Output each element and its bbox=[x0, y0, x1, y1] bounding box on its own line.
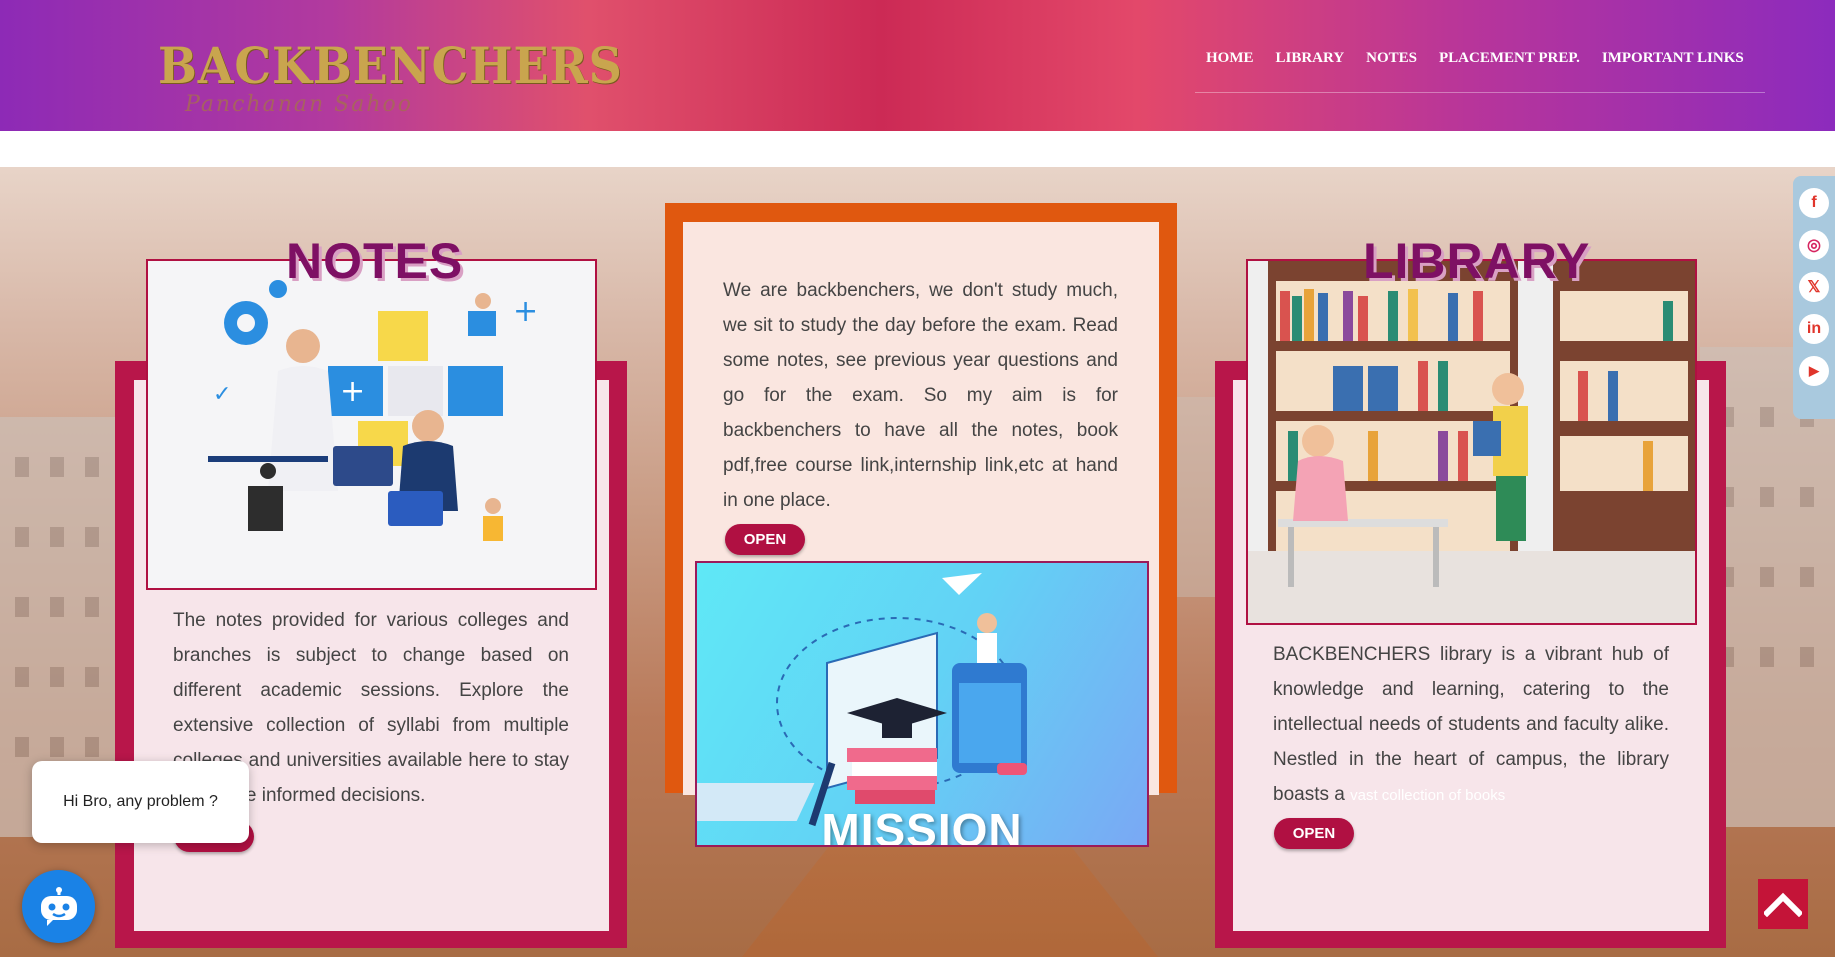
mission-open-button[interactable]: OPEN bbox=[725, 524, 805, 555]
mission-description: We are backbenchers, we don't study much… bbox=[723, 280, 1118, 511]
logo-signature: Panchanan Sahoo bbox=[185, 92, 413, 117]
library-title: LIBRARY bbox=[1363, 233, 1591, 289]
mission-image: MISSION bbox=[695, 561, 1149, 847]
svg-text:+: + bbox=[340, 374, 365, 409]
library-text: BACKBENCHERS library is a vibrant hub of… bbox=[1273, 644, 1669, 805]
nav-library[interactable]: LIBRARY bbox=[1276, 50, 1345, 92]
svg-text:+: + bbox=[513, 294, 538, 329]
social-sidebar: f ◎ 𝕏 in ▶ bbox=[1793, 176, 1835, 419]
nav-placement-prep[interactable]: PLACEMENT PREP. bbox=[1439, 50, 1580, 92]
notes-title: NOTES bbox=[286, 233, 464, 289]
robot-icon bbox=[40, 886, 77, 926]
svg-text:✓: ✓ bbox=[213, 382, 231, 407]
back-to-top-button[interactable] bbox=[1758, 879, 1808, 929]
main-nav: HOME LIBRARY NOTES PLACEMENT PREP. IMPOR… bbox=[1195, 50, 1765, 93]
nav-home[interactable]: HOME bbox=[1206, 50, 1254, 92]
library-description: BACKBENCHERS library is a vibrant hub of… bbox=[1273, 637, 1669, 813]
library-open-button[interactable]: OPEN bbox=[1274, 818, 1354, 849]
mission-title: MISSION bbox=[821, 804, 1023, 847]
site-logo[interactable]: BACKBENCHERS Panchanan Sahoo bbox=[155, 30, 622, 125]
site-header: BACKBENCHERS Panchanan Sahoo HOME LIBRAR… bbox=[0, 0, 1835, 131]
chat-greeting-bubble[interactable]: Hi Bro, any problem ? bbox=[32, 761, 249, 843]
chevron-up-icon bbox=[1764, 892, 1802, 917]
logo-title: BACKBENCHERS bbox=[158, 36, 623, 95]
notes-illustration: + + ✓ bbox=[208, 280, 538, 541]
library-image bbox=[1246, 259, 1697, 625]
nav-notes[interactable]: NOTES bbox=[1366, 50, 1417, 92]
library-illustration bbox=[1248, 261, 1695, 623]
facebook-icon[interactable]: f bbox=[1799, 188, 1829, 218]
linkedin-icon[interactable]: in bbox=[1799, 314, 1829, 344]
instagram-icon[interactable]: ◎ bbox=[1799, 230, 1829, 260]
library-books-link[interactable]: vast collection of books bbox=[1350, 787, 1505, 804]
chatbot-button[interactable] bbox=[22, 870, 95, 943]
header-spacer bbox=[0, 131, 1835, 167]
youtube-icon[interactable]: ▶ bbox=[1799, 356, 1829, 386]
nav-important-links[interactable]: IMPORTANT LINKS bbox=[1602, 50, 1744, 92]
x-icon[interactable]: 𝕏 bbox=[1799, 272, 1829, 302]
notes-image: + + ✓ bbox=[146, 259, 597, 590]
